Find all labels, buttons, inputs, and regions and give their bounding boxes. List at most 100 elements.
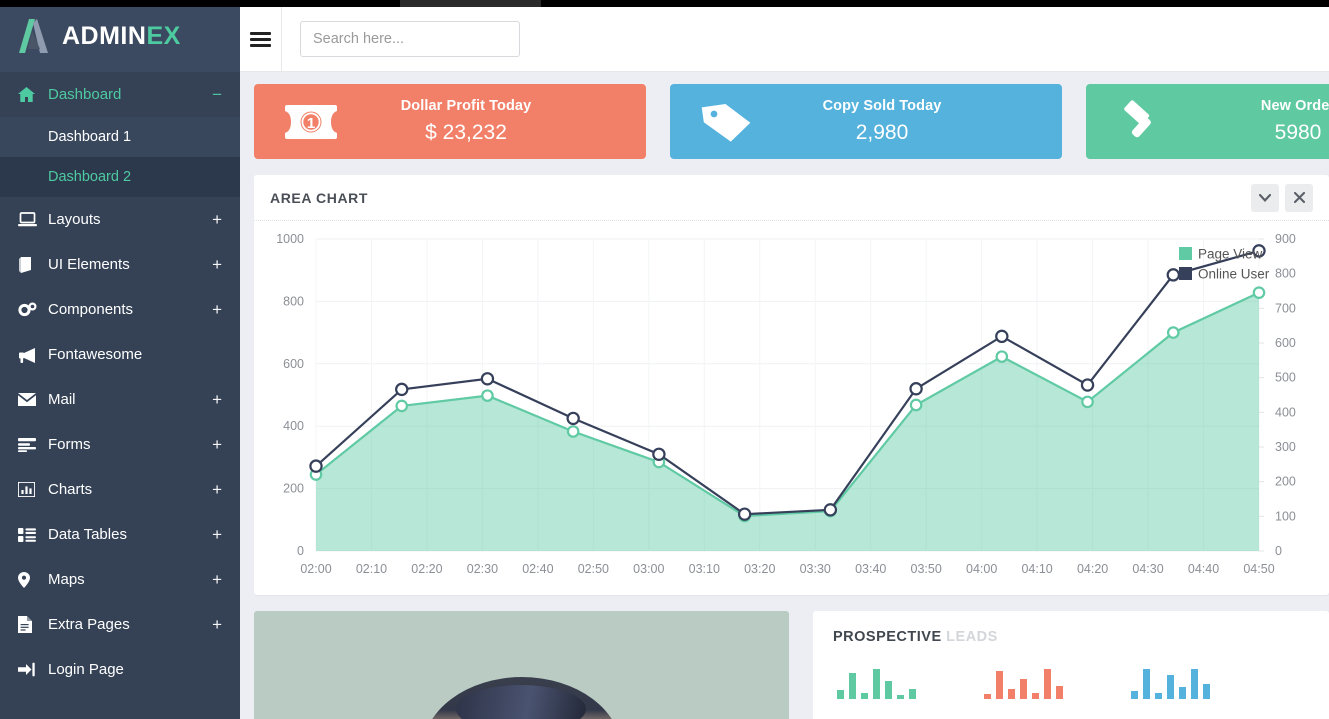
stat-card-title: Dollar Profit Today — [400, 98, 532, 114]
browser-chrome-strip — [0, 0, 1329, 7]
svg-text:03:10: 03:10 — [689, 562, 720, 576]
sidebar-expander-icon[interactable]: + — [212, 211, 222, 228]
sidebar-item-label: Maps — [48, 571, 85, 588]
area-chart-svg: 0200400600800100002:00 02:10 02:20 02:30 02:… — [276, 232, 1296, 576]
svg-text:1: 1 — [307, 115, 315, 132]
svg-text:03:40: 03:40 — [855, 562, 886, 576]
svg-text:200: 200 — [1275, 475, 1296, 489]
sidebar-subitem-dashboard-2[interactable]: Dashboard 2 — [0, 157, 240, 197]
sidebar-expander-icon[interactable]: + — [212, 571, 222, 588]
search-input[interactable] — [300, 21, 520, 57]
sidebar-item-components[interactable]: Components + — [0, 287, 240, 332]
sidebar-item-label: Layouts — [48, 211, 101, 228]
area-chart-header: AREA CHART — [254, 175, 1329, 221]
sparkline-bar — [897, 695, 904, 699]
sparkline-bar — [1191, 669, 1198, 699]
sidebar-item-label: Dashboard — [48, 86, 122, 103]
top-header-bar — [240, 6, 1329, 72]
svg-text:0: 0 — [1275, 544, 1282, 558]
sidebar-expander-icon[interactable]: + — [212, 616, 222, 633]
map-marker-icon — [18, 571, 44, 588]
svg-text:700: 700 — [1275, 301, 1296, 315]
sparkline-bar — [909, 689, 916, 699]
leads-title-light: LEADS — [946, 629, 998, 645]
sparkline-bar — [837, 690, 844, 699]
svg-text:400: 400 — [1275, 405, 1296, 419]
sidebar-item-forms[interactable]: Forms + — [0, 422, 240, 467]
sidebar-expander-icon[interactable]: + — [212, 481, 222, 498]
stat-card-dollar-profit[interactable]: 1 Dollar Profit Today $ 23,232 — [254, 84, 646, 159]
sparkline-bar — [873, 669, 880, 699]
sidebar-item-login-page[interactable]: Login Page — [0, 647, 240, 692]
stat-card-copy-sold[interactable]: Copy Sold Today 2,980 — [670, 84, 1062, 159]
sidebar-expander-icon[interactable]: + — [212, 436, 222, 453]
svg-text:03:20: 03:20 — [744, 562, 775, 576]
table-list-icon — [18, 527, 44, 542]
sign-in-icon — [18, 662, 44, 677]
stat-card-body: Copy Sold Today 2,980 — [766, 98, 1044, 145]
sidebar-item-charts[interactable]: Charts + — [0, 467, 240, 512]
svg-text:04:20: 04:20 — [1077, 562, 1108, 576]
stat-card-new-order[interactable]: New Order 5980 — [1086, 84, 1329, 159]
brand-title: ADMINEX — [62, 22, 181, 51]
sparkline-bar — [1056, 686, 1063, 699]
svg-text:03:50: 03:50 — [911, 562, 942, 576]
form-icon — [18, 437, 44, 452]
sidebar-item-extra-pages[interactable]: Extra Pages + — [0, 602, 240, 647]
sidebar-item-ui-elements[interactable]: UI Elements + — [0, 242, 240, 287]
sparkline-bar — [861, 693, 868, 699]
svg-text:900: 900 — [1275, 232, 1296, 246]
sidebar-expander-icon[interactable]: + — [212, 256, 222, 273]
svg-text:200: 200 — [283, 482, 304, 496]
sidebar-item-data-tables[interactable]: Data Tables + — [0, 512, 240, 557]
brand-title-part1: ADMIN — [62, 21, 147, 50]
envelope-icon — [18, 393, 44, 406]
file-icon — [18, 616, 44, 633]
sidebar-expander-icon[interactable]: + — [212, 526, 222, 543]
sidebar-subitem-dashboard-1[interactable]: Dashboard 1 — [0, 117, 240, 157]
svg-text:04:30: 04:30 — [1132, 562, 1163, 576]
chevron-down-icon[interactable] — [1251, 183, 1279, 212]
svg-text:800: 800 — [283, 294, 304, 308]
sparkline-bar — [1203, 684, 1210, 699]
hamburger-icon[interactable] — [240, 6, 282, 72]
sidebar-item-layouts[interactable]: Layouts + — [0, 197, 240, 242]
sidebar-item-dashboard[interactable]: Dashboard − — [0, 72, 240, 117]
brand-title-part2: EX — [146, 21, 181, 50]
close-icon[interactable] — [1285, 183, 1313, 212]
sidebar-item-fontawesome[interactable]: Fontawesome — [0, 332, 240, 377]
stat-card-value: 5980 — [1274, 121, 1322, 144]
panel-buttons — [1251, 183, 1313, 212]
sidebar-item-maps[interactable]: Maps + — [0, 557, 240, 602]
svg-text:03:30: 03:30 — [800, 562, 831, 576]
sparkline-bar — [1143, 669, 1150, 699]
prospective-leads-card: PROSPECTIVE LEADS — [813, 611, 1329, 719]
sidebar: ADMINEX Dashboard − Dashboard 1 Dashboar… — [0, 0, 240, 719]
bottom-row: PROSPECTIVE LEADS — [254, 611, 1329, 719]
sidebar-item-label: Extra Pages — [48, 616, 130, 633]
svg-text:02:20: 02:20 — [411, 562, 442, 576]
gears-icon — [18, 301, 44, 318]
svg-text:04:00: 04:00 — [966, 562, 997, 576]
sidebar-expander-icon[interactable]: − — [212, 86, 222, 103]
gavel-icon — [1104, 99, 1182, 144]
svg-text:Online User: Online User — [1198, 267, 1270, 282]
stat-card-value: $ 23,232 — [425, 121, 507, 144]
brand-logo-area[interactable]: ADMINEX — [0, 0, 240, 72]
sidebar-item-mail[interactable]: Mail + — [0, 377, 240, 422]
svg-text:02:10: 02:10 — [356, 562, 387, 576]
leads-sparkline-row — [833, 659, 1309, 699]
svg-text:500: 500 — [1275, 371, 1296, 385]
adminex-logo-icon — [18, 17, 52, 55]
sparkline-bar — [1179, 687, 1186, 699]
sidebar-subitem-label: Dashboard 2 — [48, 169, 132, 185]
sidebar-item-label: UI Elements — [48, 256, 130, 273]
laptop-icon — [18, 212, 44, 227]
sidebar-submenu-dashboard: Dashboard 1 Dashboard 2 — [0, 117, 240, 197]
profile-photo-card[interactable] — [254, 611, 789, 719]
sidebar-expander-icon[interactable]: + — [212, 301, 222, 318]
svg-text:02:40: 02:40 — [522, 562, 553, 576]
panel-title: AREA CHART — [270, 189, 369, 206]
sidebar-expander-icon[interactable]: + — [212, 391, 222, 408]
area-chart-canvas[interactable]: 0 200 400 600 800 1000 02:00 02:10 02:20 02:30 02:… — [254, 221, 1329, 595]
